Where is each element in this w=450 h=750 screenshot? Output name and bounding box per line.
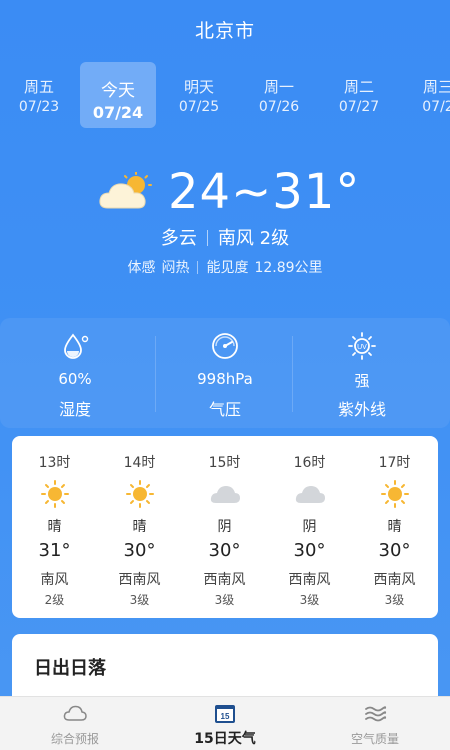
hour-wind: 西南风 bbox=[373, 572, 416, 588]
bottom-tab-bar: 综合预报 15 15日天气 空气质量 bbox=[0, 696, 450, 750]
day-tab[interactable]: 周二 07/27 bbox=[321, 62, 397, 128]
hour-wind-level: 3级 bbox=[214, 593, 235, 607]
day-selector: 周五 07/23 今天 07/24 明天 07/25 周一 07/26 周二 0… bbox=[0, 62, 450, 130]
hour-item: 17时 晴 30° 西南风 3级 bbox=[352, 436, 437, 618]
hour-wind-level: 3级 bbox=[384, 593, 405, 607]
hour-temp: 31° bbox=[38, 540, 71, 561]
temperature-range: 24~31° bbox=[168, 164, 361, 220]
hour-wind: 西南风 bbox=[118, 572, 161, 588]
city-title[interactable]: 北京市 bbox=[0, 16, 450, 43]
day-tab[interactable]: 周三 07/2 bbox=[400, 62, 450, 128]
hour-condition: 晴 bbox=[132, 519, 147, 535]
calendar-15-icon: 15 bbox=[215, 705, 235, 723]
hour-wind-level: 3级 bbox=[129, 593, 150, 607]
hour-condition: 阴 bbox=[217, 519, 232, 535]
humidity-value: 60% bbox=[58, 370, 92, 388]
stat-humidity: 60% 湿度 bbox=[0, 318, 150, 428]
hour-item: 14时 晴 30° 西南风 3级 bbox=[97, 436, 182, 618]
hour-wind-level: 2级 bbox=[44, 593, 65, 607]
day-name: 周一 bbox=[263, 78, 294, 96]
feel-value: 闷热 bbox=[161, 260, 190, 276]
hour-time: 15时 bbox=[208, 455, 241, 471]
hour-item: 15时 阴 30° 西南风 3级 bbox=[182, 436, 267, 618]
hour-item: 13时 晴 31° 南风 2级 bbox=[12, 436, 97, 618]
hour-time: 17时 bbox=[378, 455, 411, 471]
day-name: 明天 bbox=[183, 78, 214, 96]
hour-condition: 晴 bbox=[387, 519, 402, 535]
tab-15-day[interactable]: 15 15日天气 bbox=[150, 697, 300, 750]
hour-temp: 30° bbox=[378, 540, 411, 561]
stat-pressure: 998hPa 气压 bbox=[150, 318, 300, 428]
day-tab[interactable]: 周五 07/23 bbox=[1, 62, 77, 128]
visibility-label: 能见度 bbox=[206, 260, 249, 276]
hour-temp: 30° bbox=[293, 540, 326, 561]
tab-air-quality[interactable]: 空气质量 bbox=[300, 697, 450, 750]
day-date: 07/25 bbox=[178, 99, 220, 115]
partly-cloudy-icon bbox=[99, 172, 152, 209]
day-name: 周三 bbox=[422, 78, 450, 96]
day-tab-active[interactable]: 今天 07/24 bbox=[80, 62, 156, 128]
day-name: 周二 bbox=[343, 78, 374, 96]
day-date: 07/26 bbox=[258, 99, 300, 115]
feel-label: 体感 bbox=[127, 260, 156, 276]
hour-time: 13时 bbox=[38, 455, 71, 471]
hour-time: 14时 bbox=[123, 455, 156, 471]
wind-text: 南风 2级 bbox=[217, 228, 290, 249]
sun-icon bbox=[41, 480, 69, 508]
pressure-label: 气压 bbox=[208, 400, 241, 419]
cloud-icon bbox=[295, 486, 325, 503]
sun-icon bbox=[126, 480, 154, 508]
hour-wind-level: 3级 bbox=[299, 593, 320, 607]
tab-overview[interactable]: 综合预报 bbox=[0, 697, 150, 750]
humidity-icon bbox=[64, 333, 89, 359]
tab-label: 综合预报 bbox=[50, 732, 99, 746]
hourly-forecast-card: 13时 晴 31° 南风 2级 14时 晴 30° 西南风 3级 15时 阴 3… bbox=[12, 436, 438, 618]
uv-icon: UV bbox=[348, 332, 376, 360]
day-tab[interactable]: 明天 07/25 bbox=[161, 62, 237, 128]
hour-item: 16时 阴 30° 西南风 3级 bbox=[267, 436, 352, 618]
cloud-icon bbox=[210, 486, 240, 503]
sun-icon bbox=[381, 480, 409, 508]
condition-line: 多云 南风 2级 bbox=[0, 224, 450, 250]
hour-condition: 阴 bbox=[302, 519, 317, 535]
divider bbox=[197, 261, 199, 274]
condition-text: 多云 bbox=[160, 228, 197, 249]
visibility-value: 12.89公里 bbox=[254, 260, 323, 276]
tab-label: 空气质量 bbox=[350, 732, 399, 746]
day-name: 周五 bbox=[23, 78, 54, 96]
humidity-label: 湿度 bbox=[58, 400, 91, 419]
tab-label: 15日天气 bbox=[194, 731, 256, 747]
divider bbox=[206, 230, 208, 246]
day-date: 07/2 bbox=[422, 99, 450, 115]
hour-temp: 30° bbox=[123, 540, 156, 561]
wind-waves-icon bbox=[365, 706, 387, 722]
day-date: 07/27 bbox=[338, 99, 380, 115]
day-tab[interactable]: 周一 07/26 bbox=[241, 62, 317, 128]
svg-text:15: 15 bbox=[221, 712, 230, 721]
cloud-outline-icon bbox=[63, 705, 87, 721]
hour-time: 16时 bbox=[293, 455, 326, 471]
uv-label: 紫外线 bbox=[337, 400, 386, 419]
sunrise-sunset-title: 日出日落 bbox=[34, 658, 106, 679]
uv-value: 强 bbox=[354, 372, 370, 390]
stat-uv: UV 强 紫外线 bbox=[287, 318, 437, 428]
weather-screen: 北京市 周五 07/23 今天 07/24 明天 07/25 周一 07/26 … bbox=[0, 0, 450, 750]
svg-text:UV: UV bbox=[357, 344, 367, 351]
hour-wind: 西南风 bbox=[288, 572, 331, 588]
hour-wind: 南风 bbox=[40, 572, 69, 588]
pressure-value: 998hPa bbox=[197, 370, 253, 388]
hour-temp: 30° bbox=[208, 540, 241, 561]
pressure-icon bbox=[212, 333, 238, 359]
hour-condition: 晴 bbox=[47, 519, 62, 535]
day-date: 07/24 bbox=[92, 103, 144, 122]
stats-panel: 60% 湿度 998hPa 气压 UV 强 紫外线 bbox=[0, 318, 450, 428]
day-name: 今天 bbox=[101, 81, 135, 101]
detail-line: 体感 闷热 能见度 12.89公里 bbox=[0, 257, 450, 277]
day-date: 07/23 bbox=[18, 99, 60, 115]
hour-wind: 西南风 bbox=[203, 572, 246, 588]
